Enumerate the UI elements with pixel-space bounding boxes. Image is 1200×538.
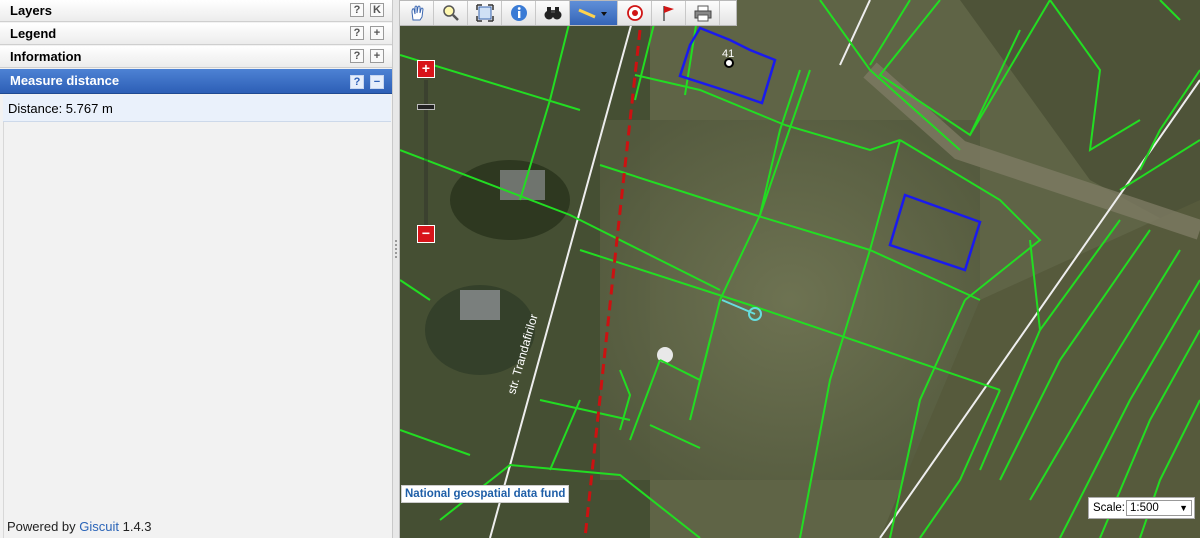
search-tool[interactable] [536, 1, 570, 25]
zoom-slider-handle[interactable] [417, 104, 435, 110]
measure-tool[interactable] [570, 1, 618, 25]
giscuit-link[interactable]: Giscuit [79, 519, 119, 534]
attribution-label[interactable]: National geospatial data fund [401, 485, 570, 503]
map-view[interactable]: str. Trandafirilor 41 + − National geosp… [400, 0, 1200, 538]
print-icon [694, 5, 712, 22]
scale-select[interactable]: 1:500 ▼ [1126, 500, 1192, 516]
panel-body [3, 122, 391, 538]
legend-expand-button[interactable]: + [370, 26, 384, 40]
zoom-in-button[interactable]: + [417, 60, 435, 78]
measure-help-button[interactable]: ? [350, 75, 364, 89]
information-header[interactable]: Information ? + [0, 46, 392, 68]
legend-help-button[interactable]: ? [350, 26, 364, 40]
ruler-icon [578, 8, 607, 19]
scale-label: Scale: [1093, 502, 1125, 514]
binoculars-icon [544, 7, 562, 20]
powered-by-prefix: Powered by [7, 519, 80, 534]
left-panel: Layers ? K Legend ? + Information ? + Me… [0, 0, 393, 538]
powered-by: Powered by Giscuit 1.4.3 [7, 519, 152, 534]
pan-icon [411, 5, 424, 21]
splitter-grip[interactable] [395, 240, 397, 258]
layers-help-button[interactable]: ? [350, 3, 364, 17]
map-canvas[interactable]: str. Trandafirilor 41 [400, 0, 1200, 538]
distance-readout: Distance: 5.767 m [8, 101, 113, 116]
measure-distance-title: Measure distance [10, 73, 120, 88]
building-roof [460, 290, 500, 320]
layers-title: Layers [10, 3, 52, 18]
pan-tool[interactable] [400, 1, 434, 25]
measure-collapse-button[interactable]: − [370, 75, 384, 89]
layers-collapse-button[interactable]: K [370, 3, 384, 17]
info-icon [511, 5, 527, 21]
full-extent-tool[interactable] [468, 1, 502, 25]
info-tool[interactable] [502, 1, 536, 25]
scale-control: Scale: 1:500 ▼ [1088, 497, 1195, 519]
locate-tool[interactable] [618, 1, 652, 25]
measure-result: Distance: 5.767 m [3, 95, 391, 122]
zoom-out-button[interactable]: − [417, 225, 435, 243]
parcel-point-marker [724, 58, 734, 68]
zoom-box-tool[interactable] [434, 1, 468, 25]
information-title: Information [10, 49, 82, 64]
grass-field [600, 120, 980, 480]
legend-header[interactable]: Legend ? + [0, 23, 392, 45]
zoom-box-icon [443, 5, 459, 21]
building-roof-2 [500, 170, 545, 200]
full-extent-icon [476, 4, 494, 22]
information-help-button[interactable]: ? [350, 49, 364, 63]
layers-header[interactable]: Layers ? K [0, 0, 392, 22]
chevron-down-icon: ▼ [1179, 503, 1188, 513]
map-toolbar [400, 0, 737, 26]
scale-select-value: 1:500 [1130, 502, 1159, 514]
version-text: 1.4.3 [119, 519, 152, 534]
marker-tool[interactable] [652, 1, 686, 25]
panel-splitter[interactable] [393, 0, 400, 538]
print-tool[interactable] [686, 1, 720, 25]
measure-distance-header[interactable]: Measure distance ? − [0, 69, 392, 94]
flag-icon [663, 6, 674, 21]
information-expand-button[interactable]: + [370, 49, 384, 63]
zoom-slider[interactable] [424, 80, 428, 225]
legend-title: Legend [10, 26, 57, 41]
target-icon [627, 5, 643, 21]
